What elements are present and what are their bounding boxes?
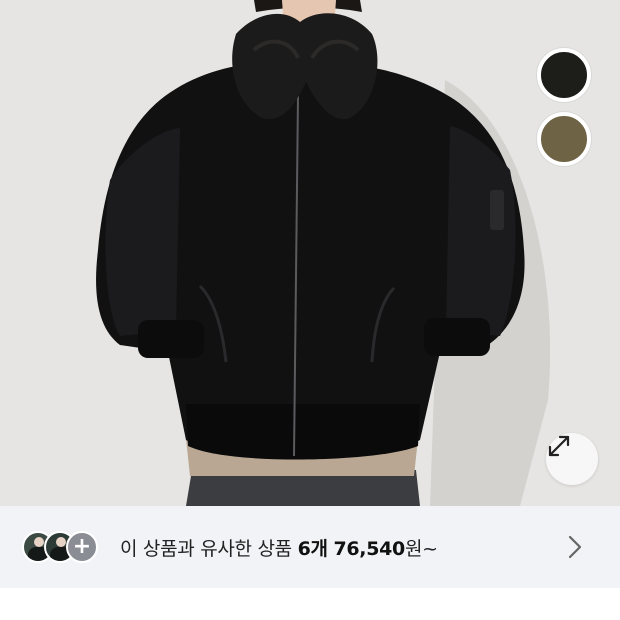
color-swatch-khaki[interactable] (537, 112, 591, 166)
similar-product-more: + (66, 531, 98, 563)
chevron-right-icon[interactable] (568, 535, 582, 563)
similar-products-banner[interactable]: + 이 상품과 유사한 상품 6개 76,540원~ (0, 506, 620, 588)
similar-products-currency: 원~ (404, 537, 438, 560)
similar-products-price: 76,540 (333, 537, 405, 560)
similar-products-count: 6개 (297, 537, 328, 560)
jacket-photo (96, 0, 551, 506)
plus-icon: + (72, 534, 92, 559)
similar-products-text: 이 상품과 유사한 상품 6개 76,540원~ (120, 534, 438, 561)
similar-products-label: 이 상품과 유사한 상품 (120, 537, 292, 560)
color-swatch-black[interactable] (537, 48, 591, 102)
zoom-button[interactable] (546, 433, 598, 485)
product-image[interactable] (0, 0, 620, 506)
similar-product-thumbnails: + (22, 527, 118, 567)
